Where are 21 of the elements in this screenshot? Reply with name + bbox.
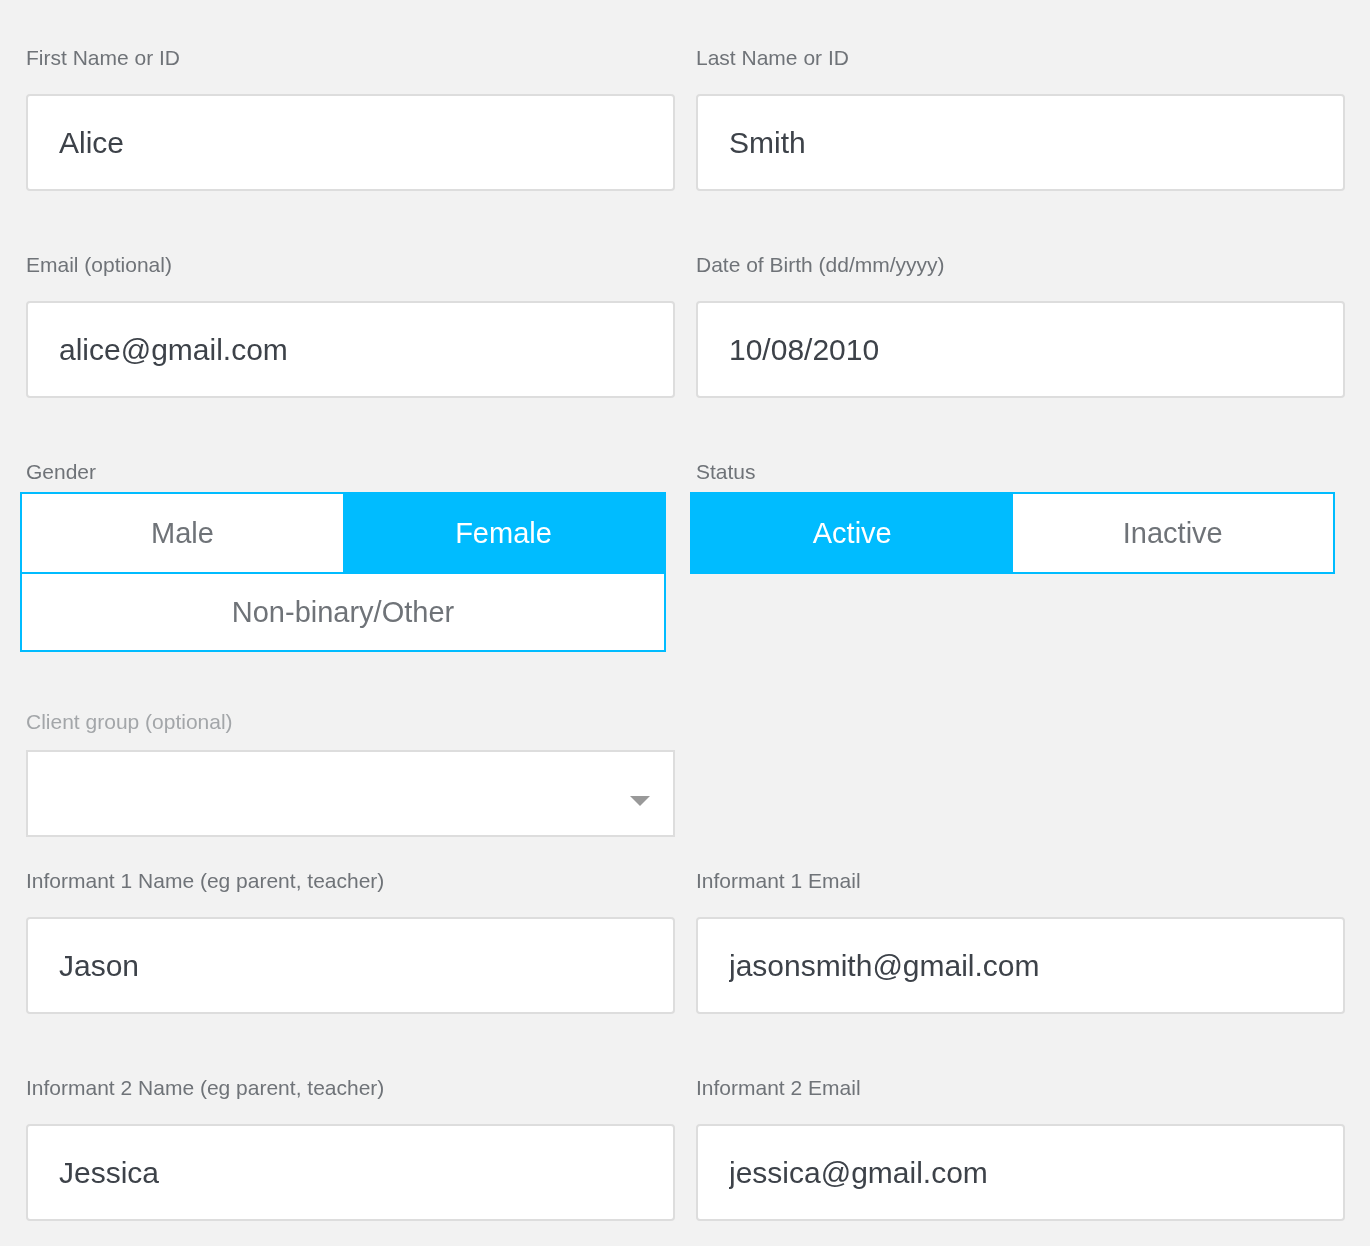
- caret-icon: [630, 796, 650, 806]
- field-label: Informant 2 Name (eg parent, teacher): [26, 1075, 386, 1101]
- field-label: Status: [696, 459, 757, 485]
- text-field[interactable]: Alice: [26, 94, 675, 191]
- text-field[interactable]: jasonsmith@gmail.com: [696, 917, 1345, 1014]
- field-label: First Name or ID: [26, 45, 181, 71]
- text-field[interactable]: jessica@gmail.com: [696, 1124, 1345, 1221]
- field-label: Email (optional): [26, 252, 173, 278]
- field-label: Informant 1 Email: [696, 868, 862, 894]
- text-field[interactable]: Jessica: [26, 1124, 675, 1221]
- field-label: Informant 1 Name (eg parent, teacher): [26, 868, 386, 894]
- field-label: Date of Birth (dd/mm/yyyy): [696, 252, 946, 278]
- text-field[interactable]: alice@gmail.com: [26, 301, 675, 398]
- field-label: Last Name or ID: [696, 45, 850, 71]
- field-label: Informant 2 Email: [696, 1075, 862, 1101]
- dropdown-field[interactable]: [26, 750, 675, 837]
- field-label: Client group (optional): [26, 709, 234, 735]
- text-field[interactable]: Jason: [26, 917, 675, 1014]
- text-field[interactable]: Smith: [696, 94, 1345, 191]
- field-label: Gender: [26, 459, 98, 485]
- text-field[interactable]: 10/08/2010: [696, 301, 1345, 398]
